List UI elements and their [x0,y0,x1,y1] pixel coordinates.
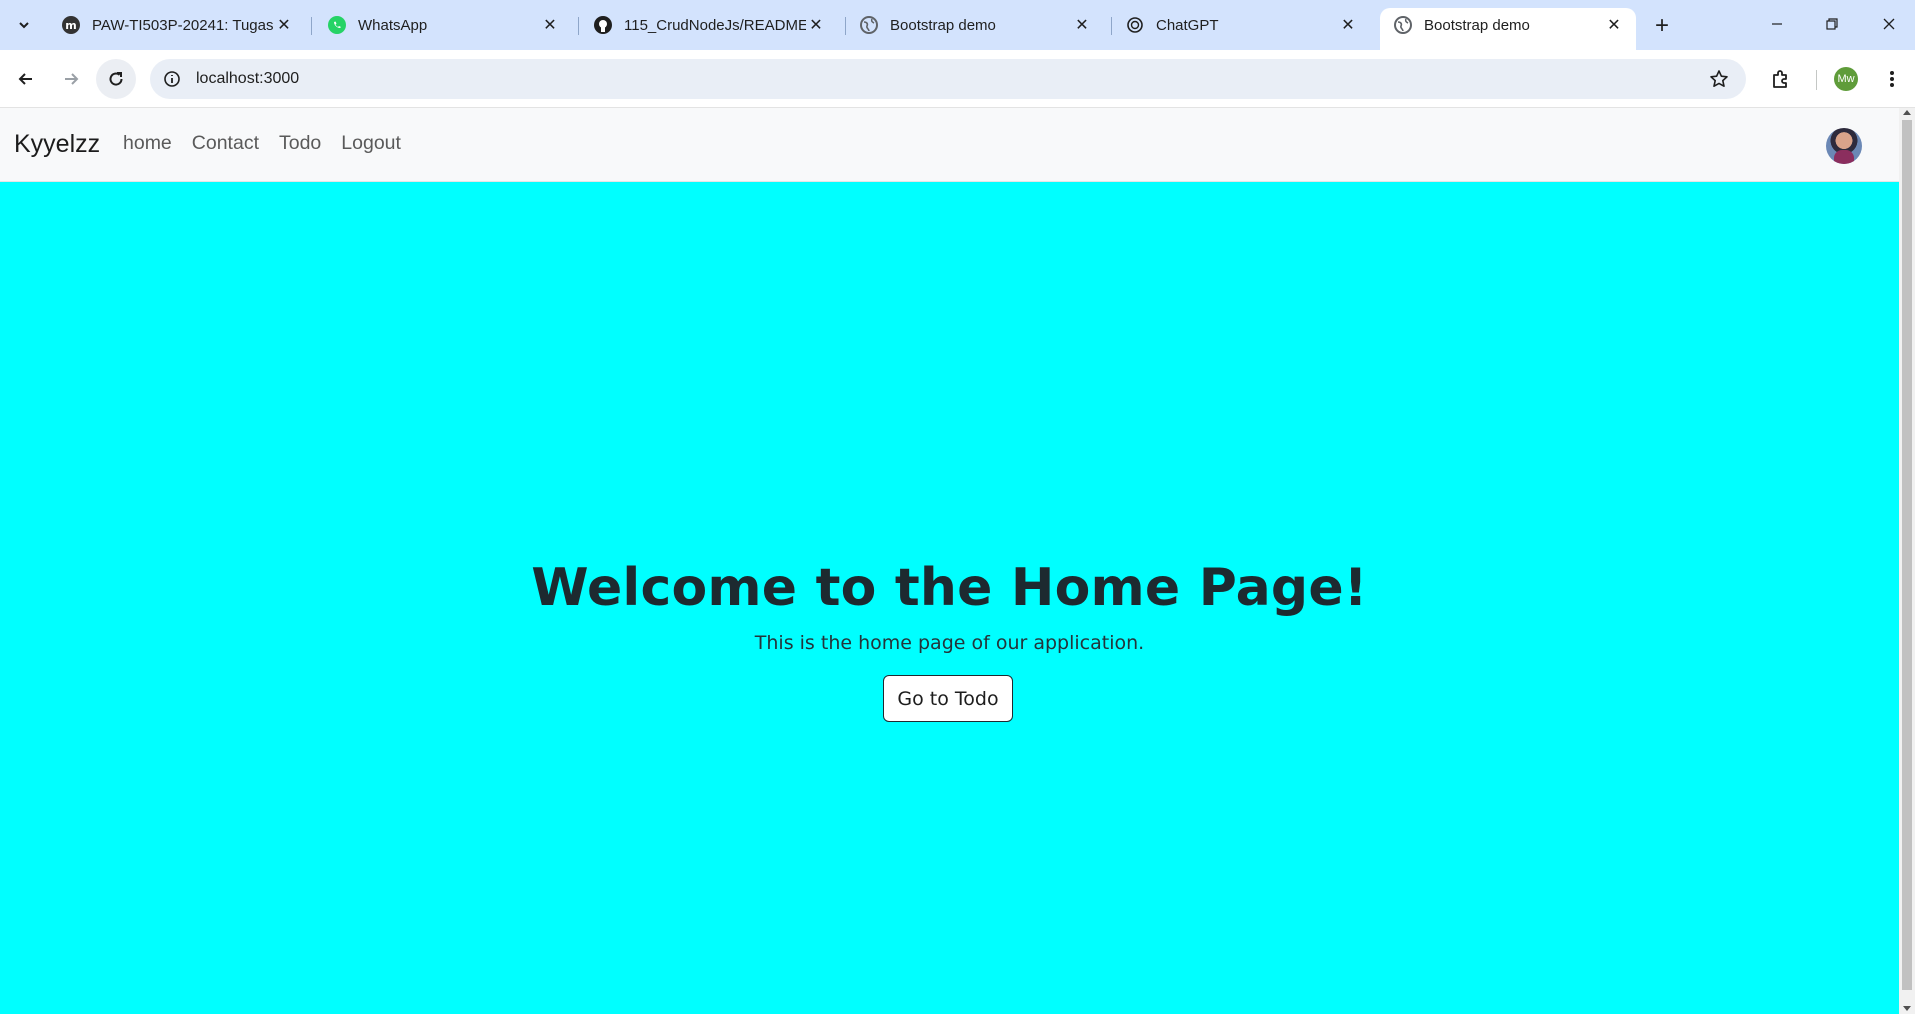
hero-subtext: This is the home page of our application… [754,632,1145,654]
close-window-button[interactable] [1866,8,1912,40]
close-icon[interactable]: ✕ [1604,15,1624,35]
navbar-brand[interactable]: Kyyelzz [14,130,100,159]
minimize-icon [1772,23,1782,25]
forward-button[interactable] [55,63,87,95]
nav-links: home Contact Todo Logout [123,132,421,155]
tab-title: WhatsApp [358,16,428,34]
profile-avatar[interactable]: Mw [1834,67,1858,91]
reload-icon [109,72,123,86]
back-button[interactable] [10,63,42,95]
browser-tab-strip: m PAW-TI503P-20241: Tugas ✕ WhatsApp ✕ 1… [0,0,1915,50]
puzzle-icon [1773,70,1787,88]
whatsapp-icon [328,16,346,34]
tab-title: Bootstrap demo [890,16,996,34]
plus-icon: + [1654,12,1669,39]
tab-title: ChatGPT [1156,16,1219,34]
browser-tab[interactable]: WhatsApp ✕ [314,8,572,42]
scrollbar-thumb[interactable] [1902,120,1912,990]
arrow-left-icon [18,73,32,85]
restore-icon [1826,18,1838,30]
close-icon[interactable]: ✕ [274,15,294,35]
reload-button[interactable] [96,59,136,99]
toolbar-divider [1816,70,1817,90]
url-text[interactable]: localhost:3000 [196,70,299,88]
globe-icon [860,16,878,34]
nav-link-contact[interactable]: Contact [192,132,259,155]
user-avatar[interactable] [1826,128,1862,164]
tab-separator [311,17,312,35]
page-viewport: Welcome to the Home Page! This is the ho… [0,108,1899,1014]
svg-text:m: m [65,19,76,32]
globe-icon [1394,16,1412,34]
scroll-up-arrow-icon[interactable] [1903,110,1911,115]
bookmark-star-icon[interactable] [1708,68,1730,90]
close-icon[interactable]: ✕ [1338,15,1358,35]
hero-section: Welcome to the Home Page! This is the ho… [0,108,1899,1014]
site-info-icon[interactable] [160,67,184,91]
close-icon[interactable]: ✕ [806,15,826,35]
browser-tab[interactable]: Bootstrap demo ✕ [846,8,1104,42]
chevron-down-icon [19,22,29,29]
tab-search-button[interactable] [8,9,40,41]
address-bar[interactable]: localhost:3000 [150,59,1746,99]
browser-tab[interactable]: ChatGPT ✕ [1112,8,1370,42]
site-navbar: Kyyelzz home Contact Todo Logout [0,108,1899,182]
nav-link-todo[interactable]: Todo [279,132,321,155]
tab-title: Bootstrap demo [1424,16,1530,34]
close-icon [1883,18,1895,30]
browser-tab-active[interactable]: Bootstrap demo ✕ [1380,8,1636,50]
tab-separator [578,17,579,35]
page-title: Welcome to the Home Page! [531,558,1368,618]
nav-link-logout[interactable]: Logout [341,132,401,155]
browser-tab[interactable]: m PAW-TI503P-20241: Tugas ✕ [48,8,306,42]
chatgpt-icon [1126,16,1144,34]
minimize-button[interactable] [1754,8,1800,40]
arrow-right-icon [65,73,79,85]
github-icon [594,16,612,34]
close-icon[interactable]: ✕ [1072,15,1092,35]
close-icon[interactable]: ✕ [540,15,560,35]
nav-link-home[interactable]: home [123,132,172,155]
page-scrollbar[interactable] [1899,108,1915,1014]
new-tab-button[interactable]: + [1648,12,1676,40]
scroll-down-arrow-icon[interactable] [1903,1006,1911,1011]
go-to-todo-button[interactable]: Go to Todo [883,675,1013,722]
tab-title: PAW-TI503P-20241: Tugas [92,16,274,34]
tab-title: 115_CrudNodeJs/README [624,16,806,34]
more-vertical-icon [1890,71,1894,87]
browser-menu-button[interactable] [1876,63,1908,95]
extensions-button[interactable] [1764,63,1796,95]
restore-button[interactable] [1809,8,1855,40]
browser-toolbar: localhost:3000 Mw [0,50,1915,108]
moodle-icon: m [62,16,80,34]
browser-tab[interactable]: 115_CrudNodeJs/README ✕ [580,8,838,42]
